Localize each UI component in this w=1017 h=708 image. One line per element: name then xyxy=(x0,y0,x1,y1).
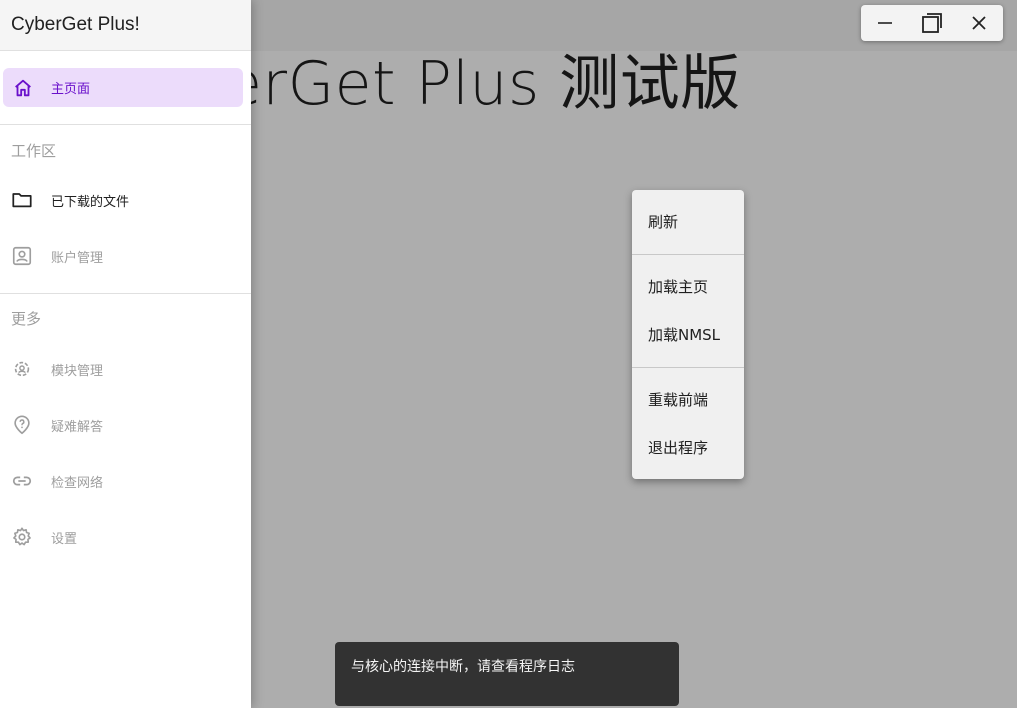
menu-item-load-home[interactable]: 加载主页 xyxy=(632,266,744,306)
menu-item-reload-frontend[interactable]: 重载前端 xyxy=(632,379,744,419)
context-menu: 刷新 加载主页 加载NMSL 重载前端 退出程序 xyxy=(632,190,744,479)
section-label-workspace: 工作区 xyxy=(11,142,57,160)
menu-item-load-nmsl[interactable]: 加载NMSL xyxy=(632,314,744,354)
maximize-icon xyxy=(922,13,942,33)
nav-item-downloaded-files[interactable]: 已下载的文件 xyxy=(0,178,251,222)
snackbar: 与核心的连接中断，请查看程序日志 xyxy=(335,642,679,706)
nav-label-troubleshooting: 疑难解答 xyxy=(51,419,104,435)
home-icon xyxy=(11,76,35,100)
section-label-more: 更多 xyxy=(11,310,42,328)
settings-icon xyxy=(10,525,34,549)
close-button[interactable] xyxy=(959,5,999,41)
nav-item-check-network[interactable]: 检查网络 xyxy=(0,459,251,503)
link-icon xyxy=(10,469,34,493)
nav-item-settings[interactable]: 设置 xyxy=(0,515,251,559)
nav-item-troubleshooting[interactable]: 疑难解答 xyxy=(0,403,251,447)
window-controls xyxy=(861,5,1003,41)
nav-item-module-management[interactable]: 模块管理 xyxy=(0,347,251,391)
close-icon xyxy=(972,16,986,30)
nav-label-account-management: 账户管理 xyxy=(51,250,104,266)
minimize-button[interactable] xyxy=(865,5,905,41)
menu-item-refresh[interactable]: 刷新 xyxy=(632,201,744,241)
navigation-drawer: CyberGet Plus! 主页面 工作区 已下载的文件 账户管理 更多 模块… xyxy=(0,0,251,708)
menu-item-exit[interactable]: 退出程序 xyxy=(632,427,744,467)
nav-label-module-management: 模块管理 xyxy=(51,363,104,379)
maximize-button[interactable] xyxy=(912,5,952,41)
snackbar-message: 与核心的连接中断，请查看程序日志 xyxy=(351,659,575,675)
app-window: CyberGet Plus 测试版 刷新 加载主页 加载NMSL 重载前端 退出… xyxy=(0,0,1017,708)
nav-label-downloaded-files: 已下载的文件 xyxy=(51,194,130,210)
minimize-icon xyxy=(877,22,892,24)
menu-divider xyxy=(632,254,744,255)
nav-label-settings: 设置 xyxy=(51,531,78,547)
app-title: CyberGet Plus! xyxy=(11,14,140,35)
nav-item-home[interactable]: 主页面 xyxy=(3,68,243,107)
menu-divider xyxy=(632,367,744,368)
nav-item-account-management[interactable]: 账户管理 xyxy=(0,234,251,278)
module-gear-icon xyxy=(10,357,34,381)
nav-label-check-network: 检查网络 xyxy=(51,475,104,491)
drawer-header: CyberGet Plus! xyxy=(0,0,251,51)
account-box-icon xyxy=(10,244,34,268)
folder-icon xyxy=(10,188,34,212)
help-icon xyxy=(10,413,34,437)
drawer-divider xyxy=(0,124,251,125)
nav-label-home: 主页面 xyxy=(51,82,91,97)
drawer-divider xyxy=(0,293,251,294)
